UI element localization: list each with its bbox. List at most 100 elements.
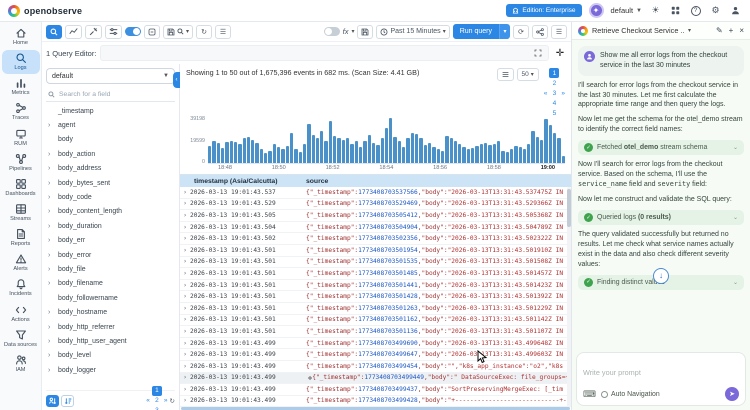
histogram-bar[interactable] (212, 141, 215, 163)
histogram-bar[interactable] (312, 135, 315, 163)
histogram-bar[interactable] (342, 140, 345, 163)
send-button[interactable]: ➤ (725, 387, 739, 401)
field-item-body_error[interactable]: ›body_error (46, 248, 175, 262)
field-item-body_file[interactable]: ›body_file (46, 262, 175, 276)
expand-row-icon[interactable]: › (180, 340, 190, 347)
save-function-button[interactable] (357, 25, 373, 39)
field-item-body_address[interactable]: ›body_address (46, 162, 175, 176)
histogram-bar[interactable] (316, 138, 319, 163)
histogram-bar[interactable] (333, 136, 336, 163)
auto-navigation-option[interactable]: Auto Navigation (601, 391, 660, 398)
field-item-body_err[interactable]: ›body_err (46, 234, 175, 248)
histogram-bar[interactable] (415, 134, 418, 163)
edition-button[interactable]: Edition: Enterprise (506, 4, 581, 17)
expand-row-icon[interactable]: › (180, 189, 190, 196)
expand-row-icon[interactable]: › (180, 363, 190, 370)
log-row[interactable]: ›2026-03-13 19:01:43.501{"_timestamp":17… (180, 291, 571, 303)
histogram-bar[interactable] (562, 156, 565, 163)
field-item-body_code[interactable]: ›body_code (46, 190, 175, 204)
field-item-body_hostname[interactable]: ›body_hostname (46, 305, 175, 319)
table-vertical-scrollbar[interactable] (567, 187, 571, 407)
histogram-bar[interactable] (324, 141, 327, 163)
saved-views-button[interactable]: ▾ (163, 25, 193, 39)
new-chat-icon[interactable]: + (729, 26, 734, 35)
chevron-down-icon[interactable]: ▾ (688, 27, 691, 34)
sidebar-item-home[interactable]: Home (2, 25, 40, 49)
first-page-icon[interactable]: « (544, 90, 548, 97)
last-page-icon[interactable]: » (561, 90, 565, 97)
histogram-bar[interactable] (398, 141, 401, 163)
sidebar-item-pipelines[interactable]: Pipelines (2, 151, 40, 175)
sidebar-item-incidents[interactable]: Incidents (2, 276, 40, 300)
histogram-plot[interactable]: 39198 19599 0 (208, 118, 565, 164)
histogram-bar[interactable] (493, 144, 496, 163)
histogram-bar[interactable] (273, 144, 276, 163)
log-row[interactable]: ›2026-03-13 19:01:43.499{"_timestamp":17… (180, 384, 571, 396)
log-row[interactable]: ›2026-03-13 19:01:43.499{"_timestamp":17… (180, 361, 571, 373)
ai-assistant-button[interactable]: ✦ (589, 3, 604, 18)
histogram-bar[interactable] (480, 144, 483, 163)
expand-row-icon[interactable]: › (180, 282, 190, 289)
histogram-bar[interactable] (549, 125, 552, 163)
edit-icon[interactable]: ✎ (716, 26, 723, 35)
log-row[interactable]: ›2026-03-13 19:01:43.499{"_timestamp":17… (180, 349, 571, 361)
log-row[interactable]: ›2026-03-13 19:01:43.501{"_timestamp":17… (180, 326, 571, 338)
function-editor-label[interactable]: fx (343, 27, 349, 36)
page-3[interactable]: 3 (549, 88, 559, 98)
histogram-toggle[interactable] (125, 27, 141, 36)
histogram-bar[interactable] (363, 141, 366, 163)
histogram-bar[interactable] (467, 149, 470, 163)
histogram-bar[interactable] (544, 119, 547, 163)
sidebar-item-alerts[interactable]: Alerts (2, 251, 40, 275)
prompt-input[interactable] (583, 358, 739, 387)
histogram-bar[interactable] (286, 146, 289, 163)
histogram-bar[interactable] (441, 151, 444, 164)
field-search-input[interactable] (59, 91, 159, 98)
chevron-down-icon[interactable]: ⌄ (733, 279, 738, 286)
sidebar-item-data-sources[interactable]: Data sources (2, 327, 40, 351)
histogram-bar[interactable] (281, 149, 284, 163)
profile-icon[interactable] (729, 4, 742, 17)
histogram-bar[interactable] (337, 138, 340, 163)
sidebar-item-reports[interactable]: Reports (2, 226, 40, 250)
expand-row-icon[interactable]: › (180, 397, 190, 404)
log-row[interactable]: ›2026-03-13 19:01:43.501{"_timestamp":17… (180, 280, 571, 292)
sidebar-item-logs[interactable]: Logs (2, 50, 40, 74)
time-range-picker[interactable]: Past 15 Minutes ▾ (376, 25, 449, 39)
expand-row-icon[interactable]: › (180, 293, 190, 300)
sidebar-item-iam[interactable]: IAM (2, 352, 40, 376)
histogram-bar[interactable] (355, 141, 358, 163)
chevron-down-icon[interactable]: ⌄ (733, 214, 738, 221)
histogram-bar[interactable] (445, 136, 448, 163)
expand-row-icon[interactable]: › (180, 247, 190, 254)
histogram-bar[interactable] (450, 138, 453, 163)
histogram-bar[interactable] (540, 140, 543, 163)
histogram-bar[interactable] (372, 143, 375, 163)
histogram-bar[interactable] (255, 143, 258, 163)
search-mode-button[interactable] (46, 25, 62, 39)
page-size-select[interactable]: 50▾ (517, 68, 539, 81)
field-item-body_content_length[interactable]: ›body_content_length (46, 205, 175, 219)
page-1[interactable]: 1 (549, 68, 559, 78)
histogram-bar[interactable] (437, 149, 440, 163)
help-icon[interactable]: ? (689, 4, 702, 17)
log-row[interactable]: ›2026-03-13 19:01:43.499{"_timestamp":17… (180, 396, 571, 407)
log-row[interactable]: ›2026-03-13 19:01:43.502{"_timestamp":17… (180, 233, 571, 245)
page-2[interactable]: 2 (549, 78, 559, 88)
sort-fields-button[interactable] (46, 395, 59, 407)
log-row[interactable]: ›2026-03-13 19:01:43.537{"_timestamp":17… (180, 187, 571, 199)
histogram-bar[interactable] (389, 118, 392, 163)
histogram-bar[interactable] (462, 147, 465, 163)
page-4[interactable]: 4 (549, 98, 559, 108)
stream-selector[interactable]: default ▼ (46, 68, 175, 84)
field-item-body_logger[interactable]: ›body_logger (46, 363, 175, 377)
histogram-bar[interactable] (329, 121, 332, 163)
close-icon[interactable]: × (739, 26, 744, 35)
field-item-body[interactable]: body (46, 133, 175, 147)
list-options-button[interactable]: ☰ (215, 25, 231, 39)
expand-row-icon[interactable]: › (180, 212, 190, 219)
histogram-bar[interactable] (208, 146, 211, 163)
log-row[interactable]: ›2026-03-13 19:01:43.504{"_timestamp":17… (180, 222, 571, 234)
apps-icon[interactable] (669, 4, 682, 17)
first-page-icon[interactable]: « (146, 397, 150, 404)
